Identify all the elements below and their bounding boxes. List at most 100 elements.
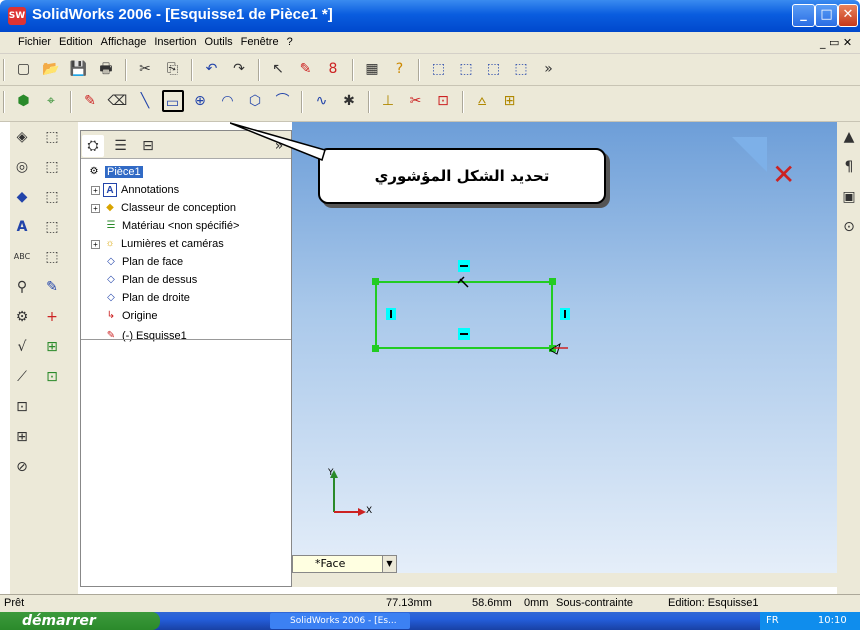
- menu-fenetre[interactable]: Fenêtre: [237, 32, 283, 52]
- corner-point[interactable]: [372, 278, 379, 285]
- menu-help[interactable]: ?: [283, 32, 297, 52]
- check-icon[interactable]: √: [11, 336, 33, 358]
- tool-icon-r2[interactable]: ¶: [838, 156, 860, 178]
- text-icon[interactable]: A: [11, 216, 33, 238]
- tree-item-sketch[interactable]: ✎ (-) Esquisse1: [104, 327, 187, 345]
- expand-icon[interactable]: +: [91, 185, 100, 195]
- tool-icon-12[interactable]: ⊘: [11, 456, 33, 478]
- tool-icon-10[interactable]: ⊡: [11, 396, 33, 418]
- menu-fichier[interactable]: Fichier: [0, 32, 55, 52]
- view-front-icon[interactable]: ⬚: [428, 58, 450, 80]
- view-right-icon[interactable]: ⬚: [483, 58, 505, 80]
- pattern-icon[interactable]: ⊞: [499, 90, 521, 112]
- tree-item-lights[interactable]: + ☼ Lumières et caméras: [91, 235, 224, 253]
- view-more-icon[interactable]: »: [538, 58, 560, 80]
- rebuild-icon[interactable]: 8: [322, 58, 344, 80]
- trim-icon[interactable]: ✂: [405, 90, 427, 112]
- minimize-button[interactable]: _: [792, 4, 815, 27]
- tree-item-design-binder[interactable]: + ◆ Classeur de conception: [91, 199, 236, 217]
- tool-icon-9[interactable]: ⟋: [11, 366, 33, 388]
- taskbar-window-button[interactable]: SolidWorks 2006 - [Es...: [270, 613, 410, 629]
- tree-root[interactable]: ⚙ Pièce1: [87, 163, 143, 181]
- tree-item-origin[interactable]: ↳ Origine: [104, 307, 158, 325]
- smart-dimension-icon[interactable]: ⌖: [40, 90, 62, 112]
- tree-item-top-plane[interactable]: ◇ Plan de dessus: [104, 271, 197, 289]
- polygon-icon[interactable]: ⬡: [244, 90, 266, 112]
- corner-point[interactable]: [549, 278, 556, 285]
- feature-tree-tab[interactable]: ⛭: [82, 135, 104, 157]
- tool-icon-2[interactable]: ◎: [11, 156, 33, 178]
- tool-icon-3[interactable]: ◆: [11, 186, 33, 208]
- rectangle-icon[interactable]: ▭: [161, 90, 184, 112]
- tool-icon-11[interactable]: ⊞: [11, 426, 33, 448]
- undo-icon[interactable]: ↶: [201, 58, 223, 80]
- extrude-icon[interactable]: ⬚: [41, 126, 63, 148]
- plane-icon: ◇: [107, 256, 115, 268]
- corner-point[interactable]: [372, 345, 379, 352]
- tree-item-front-plane[interactable]: ◇ Plan de face: [104, 253, 183, 271]
- line-icon[interactable]: ╲: [134, 90, 156, 112]
- point-icon[interactable]: ✱: [338, 90, 360, 112]
- status-ready: Prêt: [4, 597, 25, 609]
- eraser-icon[interactable]: ⌫: [107, 90, 129, 112]
- chevron-down-icon[interactable]: ▼: [382, 556, 396, 572]
- tool-icon-8b[interactable]: ⊞: [41, 336, 63, 358]
- arc-icon[interactable]: ◠: [217, 90, 239, 112]
- sketch-mode-icon[interactable]: ⬢: [13, 90, 35, 112]
- tree-item-material[interactable]: ☰ Matériau <non spécifié>: [104, 217, 240, 235]
- tool-icon-r4[interactable]: ⊙: [838, 216, 860, 238]
- tool-icon-9b[interactable]: ⊡: [41, 366, 63, 388]
- view-top-icon[interactable]: ⬚: [455, 58, 477, 80]
- tool-icon-r1[interactable]: ▲: [838, 126, 860, 148]
- copy-icon[interactable]: ⎘: [162, 58, 184, 80]
- shell-icon[interactable]: ⬚: [41, 246, 63, 268]
- plane-icon: ◇: [107, 274, 115, 286]
- redo-icon[interactable]: ↷: [228, 58, 250, 80]
- view-iso-icon[interactable]: ⬚: [510, 58, 532, 80]
- sketch-edit-icon[interactable]: ✎: [41, 276, 63, 298]
- mdi-window-controls[interactable]: _ ▭ ✕: [820, 36, 852, 49]
- maximize-button[interactable]: □: [815, 4, 838, 27]
- tool-icon-6[interactable]: ⚲: [11, 276, 33, 298]
- property-tab[interactable]: ☰: [110, 135, 132, 157]
- tangent-arc-icon[interactable]: ⌒: [272, 90, 294, 112]
- horizontal-scrollbar[interactable]: [292, 573, 837, 587]
- tool-icon-1[interactable]: ◈: [11, 126, 33, 148]
- tree-item-annotations[interactable]: + A Annotations: [91, 181, 179, 199]
- menu-outils[interactable]: Outils: [201, 32, 237, 52]
- menu-affichage[interactable]: Affichage: [97, 32, 151, 52]
- menu-insertion[interactable]: Insertion: [150, 32, 200, 52]
- spline-icon[interactable]: ∿: [311, 90, 333, 112]
- spellcheck-icon[interactable]: ABC: [11, 246, 33, 268]
- language-indicator[interactable]: FR: [766, 615, 779, 626]
- loft-icon[interactable]: ⬚: [41, 216, 63, 238]
- tree-item-right-plane[interactable]: ◇ Plan de droite: [104, 289, 190, 307]
- expand-icon[interactable]: +: [91, 203, 100, 213]
- sweep-icon[interactable]: ⬚: [41, 186, 63, 208]
- save-icon[interactable]: 💾: [68, 58, 90, 80]
- circle-icon[interactable]: ⊕: [189, 90, 211, 112]
- close-button[interactable]: ✕: [838, 4, 858, 27]
- expand-icon[interactable]: +: [91, 239, 100, 249]
- start-button[interactable]: démarrer: [0, 612, 160, 630]
- relation-icon[interactable]: ⊥: [377, 90, 399, 112]
- new-file-icon[interactable]: ▢: [13, 58, 35, 80]
- tool-icon-r3[interactable]: ▣: [838, 186, 860, 208]
- config-tab[interactable]: ⊟: [137, 135, 159, 157]
- cut-icon[interactable]: ✂: [134, 58, 156, 80]
- sketch-icon[interactable]: ✎: [295, 58, 317, 80]
- select-icon[interactable]: ↖: [267, 58, 289, 80]
- print-icon[interactable]: 🖶: [95, 58, 117, 80]
- menu-edition[interactable]: Edition: [55, 32, 97, 52]
- options-icon[interactable]: ▦: [361, 58, 383, 80]
- offset-icon[interactable]: ⊡: [432, 90, 454, 112]
- app-icon[interactable]: SW: [8, 7, 26, 25]
- sketch-toggle-icon[interactable]: ✎: [79, 90, 101, 112]
- add-relation-icon[interactable]: +: [41, 306, 63, 328]
- mirror-icon[interactable]: ⩟: [471, 90, 493, 112]
- open-icon[interactable]: 📂: [40, 58, 62, 80]
- tool-icon-7[interactable]: ⚙: [11, 306, 33, 328]
- revolve-icon[interactable]: ⬚: [41, 156, 63, 178]
- help-icon[interactable]: ?: [389, 58, 411, 80]
- view-selector[interactable]: *Face ▼: [292, 555, 397, 573]
